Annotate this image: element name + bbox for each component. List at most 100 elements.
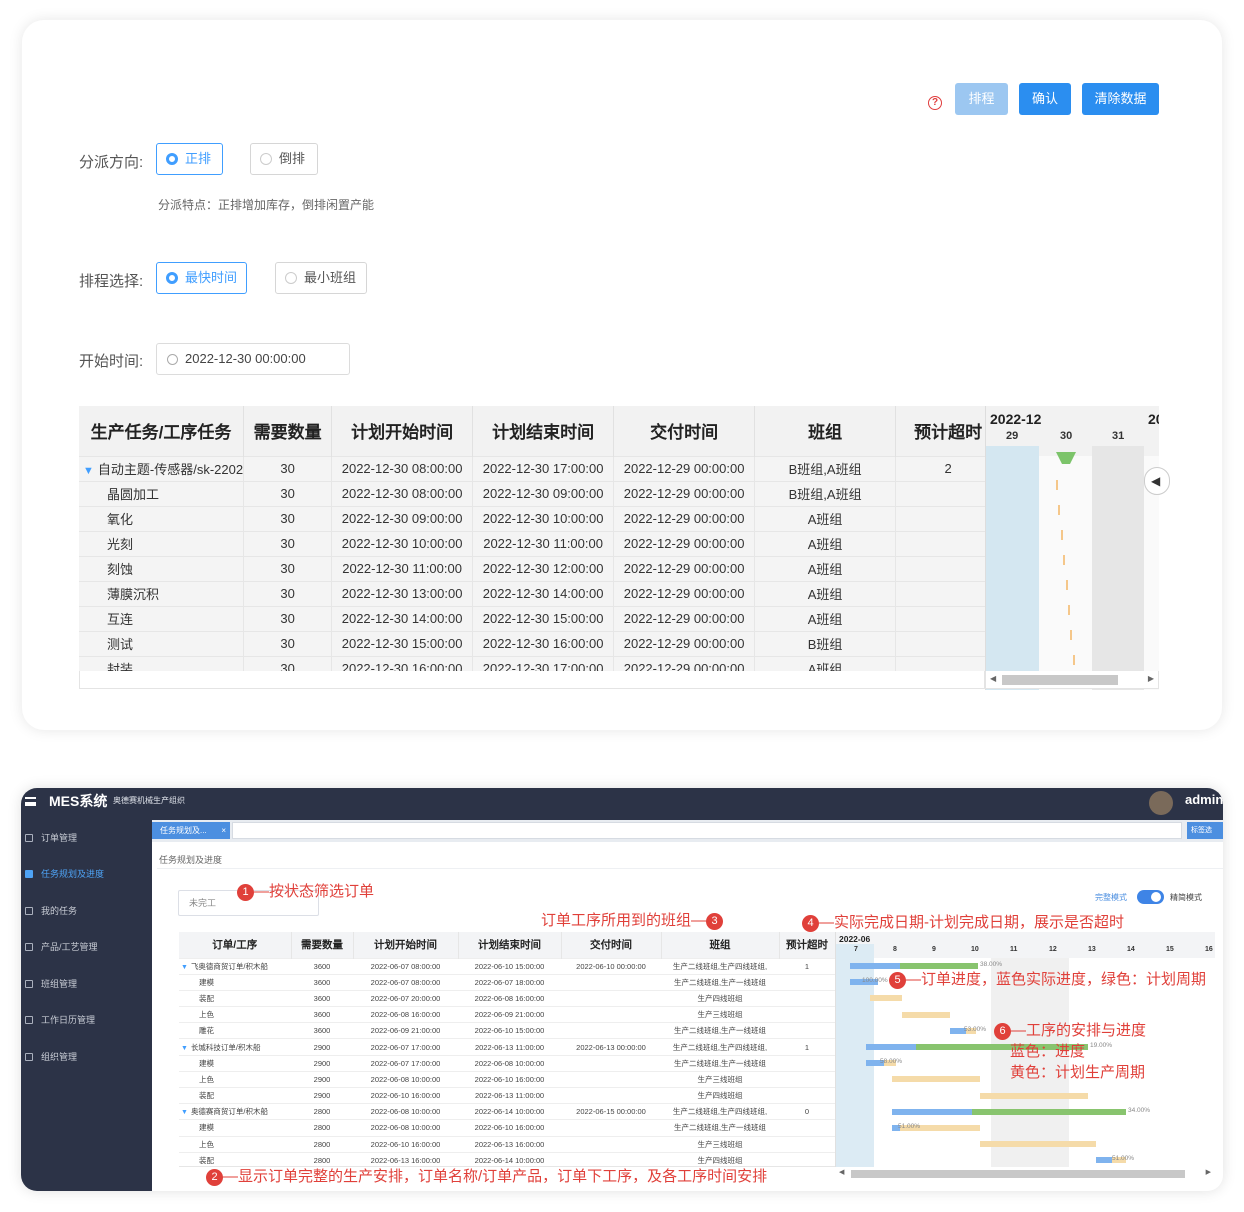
sidebar-item-products[interactable]: 产品/工艺管理 xyxy=(21,937,152,957)
task-row[interactable]: 氧化 30 2022-12-30 09:00:00 2022-12-30 10:00:… xyxy=(79,505,1002,531)
cell-text: 3600 xyxy=(313,993,331,1003)
gantt-bar-blue[interactable] xyxy=(892,1108,972,1115)
sidebar-item-teams[interactable]: 班组管理 xyxy=(21,974,152,994)
col-header[interactable]: 班组 xyxy=(661,932,780,958)
table-cell: A班组 xyxy=(754,505,897,531)
gantt-chart[interactable]: 2022-12 20 29 30 31 xyxy=(985,406,1159,690)
col-header[interactable]: 班组 xyxy=(754,406,897,456)
radio-backward[interactable]: 倒排 xyxy=(250,143,318,175)
scroll-right-icon[interactable]: ▶ xyxy=(1148,674,1154,683)
gantt-bar-green[interactable] xyxy=(972,1108,1126,1115)
col-header[interactable]: 计划结束时间 xyxy=(458,932,562,958)
task-row-parent[interactable]: ▼ 自动主题-传感器/sk-2202 30 2022-12-30 08:00:00 20… xyxy=(79,455,1002,481)
sidebar-item-planning[interactable]: 任务规划及进度 xyxy=(21,864,152,884)
order-row[interactable]: ▼ 奥德赛商贸订单/积木船 2800 2022-06-08 10:00:00 2022-… xyxy=(179,1103,835,1120)
task-row[interactable]: 薄膜沉积 30 2022-12-30 13:00:00 2022-12-30 14:0… xyxy=(79,580,1002,606)
close-icon[interactable]: × xyxy=(221,822,226,839)
scroll-left-icon[interactable]: ◀ xyxy=(839,1168,844,1176)
help-icon[interactable]: ? xyxy=(928,96,942,110)
col-header[interactable]: 预计超时 xyxy=(779,932,836,958)
col-header[interactable]: 计划结束时间 xyxy=(472,406,615,456)
gantt-task-bar[interactable] xyxy=(1060,530,1063,540)
expand-triangle-icon[interactable]: ▼ xyxy=(181,964,188,971)
col-header[interactable]: 需要数量 xyxy=(291,932,354,958)
process-row[interactable]: 上色 3600 2022-06-08 16:00:00 2022-06-09 21:0… xyxy=(179,1006,835,1023)
clear-data-button[interactable]: 清除数据 xyxy=(1082,83,1159,115)
avatar[interactable] xyxy=(1149,791,1173,815)
sidebar-item-my-tasks[interactable]: 我的任务 xyxy=(21,901,152,921)
table-cell: 2022-12-30 16:00:00 xyxy=(472,630,615,656)
gantt-bar-blue[interactable] xyxy=(866,1044,916,1050)
expand-triangle-icon[interactable]: ▼ xyxy=(181,1045,188,1052)
col-header[interactable]: 交付时间 xyxy=(613,406,756,456)
task-row[interactable]: 光刻 30 2022-12-30 10:00:00 2022-12-30 11:00:… xyxy=(79,530,1002,556)
col-header[interactable]: 订单/工序 xyxy=(179,932,292,958)
process-row[interactable]: 建模 2800 2022-06-08 10:00:00 2022-06-10 16:0… xyxy=(179,1119,835,1137)
process-row[interactable]: 装配 2900 2022-06-10 16:00:00 2022-06-13 11:0… xyxy=(179,1086,835,1104)
radio-fastest[interactable]: 最快时间 xyxy=(156,262,247,294)
scroll-thumb[interactable] xyxy=(851,1170,1185,1178)
gantt-bar-blue[interactable] xyxy=(1096,1157,1112,1164)
gantt-bar-yellow[interactable] xyxy=(980,1092,1088,1099)
col-header[interactable]: 计划开始时间 xyxy=(353,932,459,958)
task-row[interactable]: 测试 30 2022-12-30 15:00:00 2022-12-30 16:00:… xyxy=(79,630,1002,656)
order-row[interactable]: ▼ 飞奥德商贸订单/积木船 3600 2022-06-07 08:00:00 2022-… xyxy=(179,957,835,975)
radio-forward[interactable]: 正排 xyxy=(156,143,223,175)
scroll-left-icon[interactable]: ◀ xyxy=(990,674,996,683)
gantt-scrollbar[interactable]: ◀ ▶ xyxy=(985,671,1159,689)
gantt-task-bar[interactable] xyxy=(1058,505,1061,515)
cell-text: 30 xyxy=(280,536,295,551)
gantt-task-bar[interactable] xyxy=(1065,580,1068,590)
expand-triangle-icon[interactable]: ▼ xyxy=(181,1109,188,1116)
col-header[interactable]: 计划开始时间 xyxy=(331,406,474,456)
schedule-button[interactable]: 排程 xyxy=(955,83,1008,115)
table-cell: 2022-06-13 00:00:00 xyxy=(561,1038,661,1056)
cell-text: 生产四线班组 xyxy=(697,1091,743,1101)
gantt-task-bar[interactable] xyxy=(1056,480,1058,490)
scroll-thumb[interactable] xyxy=(1002,675,1118,685)
process-row[interactable]: 装配 3600 2022-06-07 20:00:00 2022-06-08 16:0… xyxy=(179,989,835,1007)
process-row[interactable]: 上色 2800 2022-06-10 16:00:00 2022-06-13 16:0… xyxy=(179,1135,835,1153)
table-cell: 2022-12-30 09:00:00 xyxy=(472,480,615,506)
gantt-scrollbar[interactable]: ◀ ▶ xyxy=(835,1167,1215,1181)
process-row[interactable]: 建模 2900 2022-06-07 17:00:00 2022-06-08 10:0… xyxy=(179,1054,835,1072)
collapse-toggle-icon[interactable]: ◀ xyxy=(1144,467,1170,495)
gantt-task-bar[interactable] xyxy=(1070,630,1073,640)
sidebar-item-orders[interactable]: 订单管理 xyxy=(21,828,152,848)
gantt-task-bar[interactable] xyxy=(1063,555,1066,565)
gantt-task-bar[interactable] xyxy=(1072,655,1075,665)
start-time-input[interactable]: 2022-12-30 00:00:00 xyxy=(156,343,350,375)
sidebar-label: 产品/工艺管理 xyxy=(41,942,98,952)
confirm-button[interactable]: 确认 xyxy=(1019,83,1071,115)
col-header[interactable]: 交付时间 xyxy=(561,932,662,958)
gantt-bar-yellow[interactable] xyxy=(892,1076,980,1083)
col-header[interactable]: 需要数量 xyxy=(243,406,333,456)
process-row[interactable]: 雕花 3600 2022-06-09 21:00:00 2022-06-10 15:0… xyxy=(179,1022,835,1039)
task-row[interactable]: 刻蚀 30 2022-12-30 11:00:00 2022-12-30 12:00:… xyxy=(79,555,1002,581)
order-row[interactable]: ▼ 长城科技订单/积木船 2900 2022-06-07 17:00:00 2022-0… xyxy=(179,1038,835,1056)
table-cell: 2900 xyxy=(291,1054,353,1072)
table-cell: 2022-12-30 10:00:00 xyxy=(331,530,474,556)
process-row[interactable]: 建模 3600 2022-06-07 08:00:00 2022-06-07 18:0… xyxy=(179,973,835,991)
table-cell: 2800 xyxy=(291,1119,353,1137)
gantt-bar-yellow[interactable] xyxy=(870,995,902,1002)
gantt-bar-yellow[interactable] xyxy=(902,1011,950,1018)
menu-icon[interactable] xyxy=(25,797,36,806)
task-row[interactable]: 晶圆加工 30 2022-12-30 08:00:00 2022-12-30 09:0… xyxy=(79,480,1002,506)
scroll-right-icon[interactable]: ▶ xyxy=(1206,1168,1211,1176)
tab-planning[interactable]: 任务规划及... × xyxy=(152,822,230,839)
gantt-bar-yellow[interactable] xyxy=(980,1141,1096,1148)
gantt-order-bar[interactable] xyxy=(1056,452,1076,464)
annotation-6-yellow: 黄色：计划生产周期 xyxy=(1010,1064,1146,1081)
sidebar-item-calendar[interactable]: 工作日历管理 xyxy=(21,1010,152,1030)
task-row[interactable]: 互连 30 2022-12-30 14:00:00 2022-12-30 15:00:… xyxy=(79,605,1002,631)
user-name[interactable]: admin xyxy=(1185,792,1223,807)
tab-options-button[interactable]: 标签选 xyxy=(1187,822,1223,839)
expand-triangle-icon[interactable]: ▼ xyxy=(83,465,94,477)
radio-min-team[interactable]: 最小班组 xyxy=(275,262,367,294)
mode-toggle[interactable] xyxy=(1137,890,1164,904)
sidebar-item-org[interactable]: 组织管理 xyxy=(21,1047,152,1067)
gantt-task-bar[interactable] xyxy=(1068,605,1070,615)
process-row[interactable]: 上色 2900 2022-06-08 10:00:00 2022-06-10 16:0… xyxy=(179,1070,835,1088)
col-header[interactable]: 生产任务/工序任务 xyxy=(79,406,245,456)
